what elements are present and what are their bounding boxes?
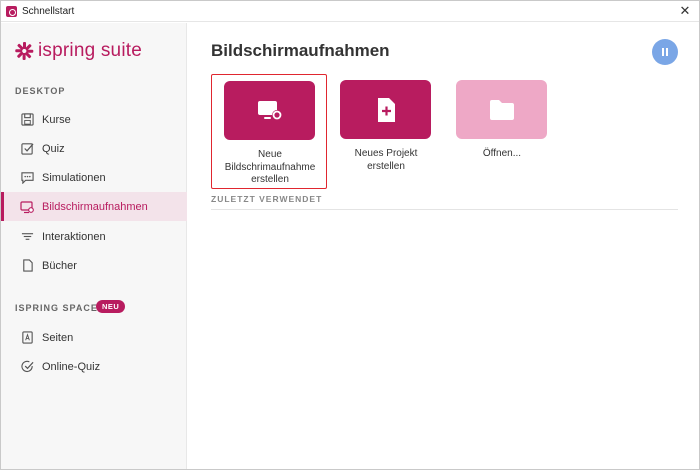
sidebar-item-label: Bildschirmaufnahmen — [42, 200, 148, 213]
main-content: Bildschirmaufnahmen Neue Bildschrimaufna… — [188, 23, 699, 469]
new-project-card[interactable]: Neues Projekt erstellen — [328, 74, 444, 189]
sidebar-item-label: Online-Quiz — [42, 360, 101, 373]
sidebar-item-seiten[interactable]: Seiten — [1, 323, 187, 352]
open-tile[interactable] — [456, 80, 547, 139]
new-screen-recording-tile[interactable] — [224, 81, 315, 140]
lines-icon — [20, 230, 34, 244]
sidebar-item-buecher[interactable]: Bücher — [1, 251, 187, 280]
sidebar-item-quiz[interactable]: Quiz — [1, 134, 187, 163]
open-card[interactable]: Öffnen... — [444, 74, 560, 189]
chat-icon — [20, 171, 34, 185]
card-label: Neue Bildschrimaufnahme erstellen — [224, 149, 316, 185]
page-a-icon — [20, 331, 34, 345]
app-window: Schnellstart ✕ ispring suite DESKTOP Kur… — [0, 0, 700, 470]
window-title: Schnellstart — [22, 5, 75, 17]
sidebar-item-label: Simulationen — [42, 171, 106, 184]
app-icon — [6, 5, 17, 17]
new-project-tile[interactable] — [340, 80, 431, 139]
sidebar: ispring suite DESKTOP Kurse Quiz Simulat… — [1, 23, 187, 469]
document-icon — [20, 259, 34, 273]
check-circle-icon — [20, 360, 34, 374]
screen-record-icon — [257, 100, 282, 120]
sidebar-item-interaktionen[interactable]: Interaktionen — [1, 222, 187, 251]
section-label-ispring-space: ISPRING SPACE — [15, 303, 98, 313]
screen-record-icon — [20, 200, 34, 214]
pause-icon — [662, 48, 668, 56]
new-badge: NEU — [96, 300, 126, 313]
title-bar: Schnellstart ✕ — [1, 1, 699, 22]
card-label: Öffnen... — [482, 148, 522, 159]
sidebar-item-online-quiz[interactable]: Online-Quiz — [1, 352, 187, 381]
sidebar-item-label: Quiz — [42, 142, 65, 155]
sidebar-item-simulationen[interactable]: Simulationen — [1, 163, 187, 192]
page-title: Bildschirmaufnahmen — [211, 41, 390, 60]
folder-icon — [489, 99, 514, 120]
new-screen-recording-card[interactable]: Neue Bildschrimaufnahme erstellen — [211, 74, 327, 189]
logo-text: ispring suite — [38, 40, 142, 61]
sidebar-item-kurse[interactable]: Kurse — [1, 105, 187, 134]
user-avatar[interactable] — [652, 39, 678, 65]
recent-section-label: ZULETZT VERWENDET — [211, 194, 323, 204]
card-label: Neues Projekt erstellen — [354, 148, 418, 172]
sidebar-item-label: Bücher — [42, 259, 77, 272]
ispring-logo: ispring suite — [15, 40, 142, 62]
sidebar-item-label: Interaktionen — [42, 230, 106, 243]
sidebar-item-bildschirmaufnahmen[interactable]: Bildschirmaufnahmen — [1, 192, 187, 221]
sidebar-item-label: Kurse — [42, 113, 71, 126]
checkbox-icon — [20, 142, 34, 156]
save-icon — [20, 113, 34, 127]
divider — [211, 209, 678, 210]
new-file-icon — [377, 97, 395, 122]
ispring-logo-icon — [15, 42, 34, 60]
sidebar-item-label: Seiten — [42, 331, 74, 344]
close-button[interactable]: ✕ — [677, 3, 693, 19]
section-label-desktop: DESKTOP — [15, 86, 66, 96]
